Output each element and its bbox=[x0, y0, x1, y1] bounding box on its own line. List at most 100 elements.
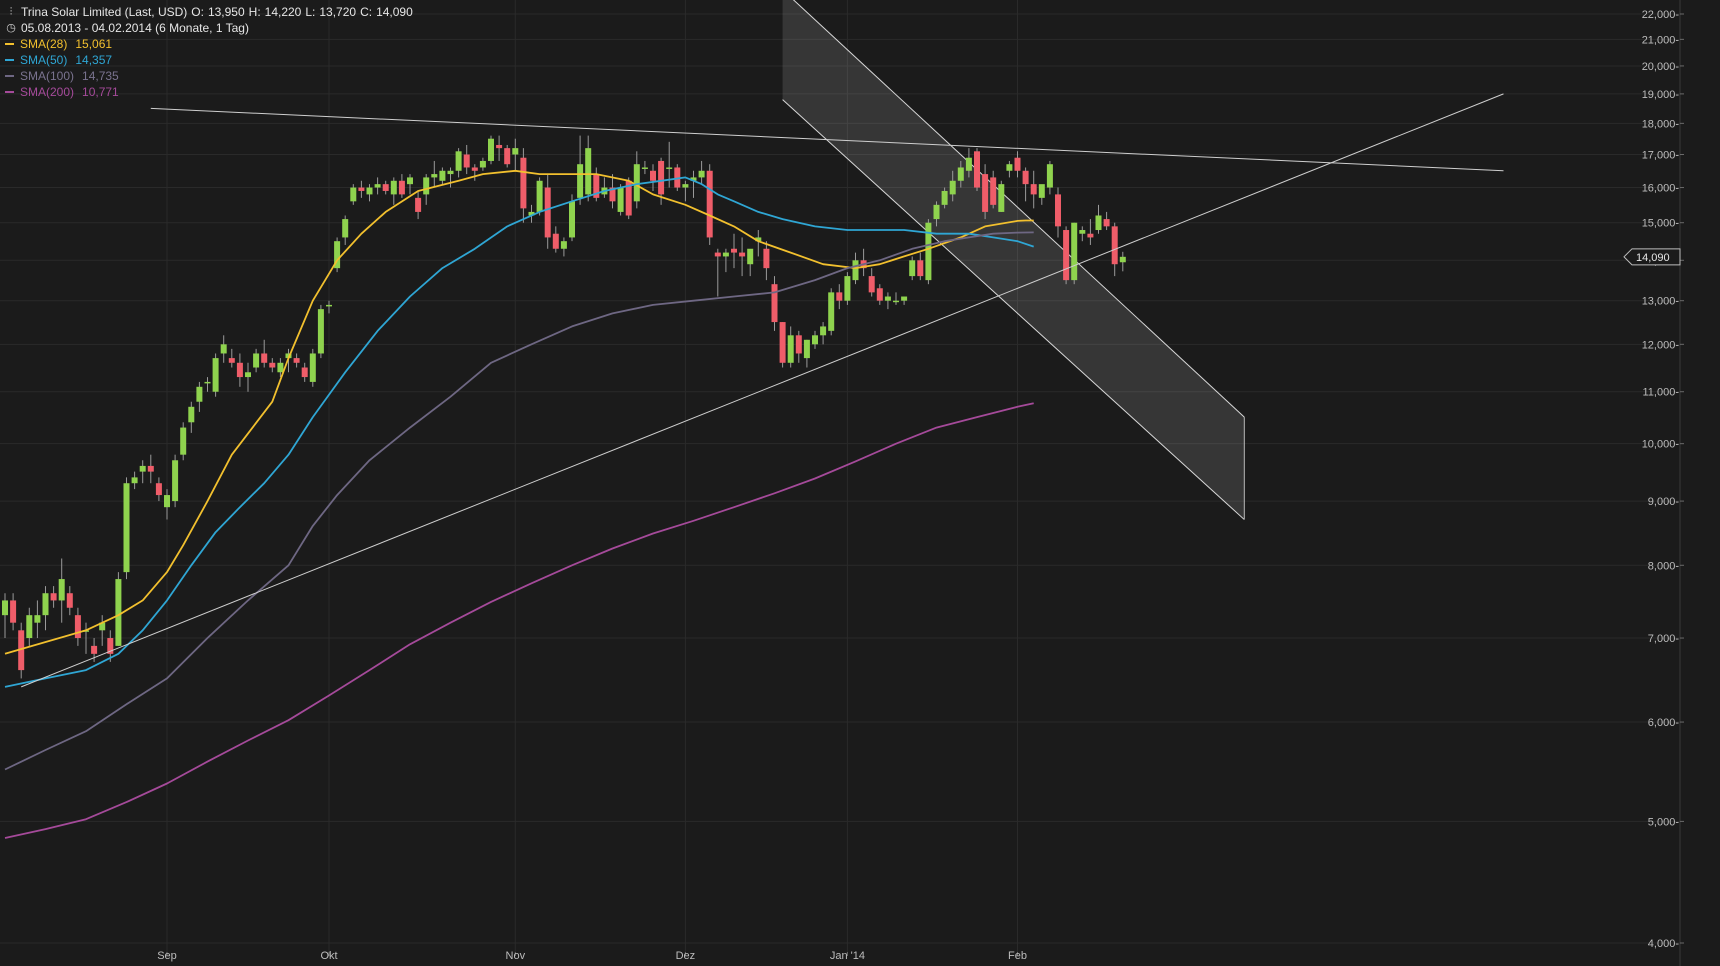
candle-body-up bbox=[180, 427, 187, 455]
y-tick-label: 5,000- bbox=[1648, 816, 1680, 828]
candle bbox=[317, 304, 324, 359]
channel-lower-line bbox=[782, 99, 1245, 520]
candle bbox=[269, 358, 276, 373]
candle-body-up bbox=[172, 460, 179, 502]
candle bbox=[747, 248, 754, 277]
candle-body-down bbox=[236, 362, 243, 378]
sma28-swatch bbox=[5, 43, 14, 45]
y-tick-label: 19,000- bbox=[1642, 89, 1680, 101]
sma28-line bbox=[4, 169, 1034, 655]
y-tick-label: 22,000- bbox=[1642, 9, 1680, 21]
candle-body-down bbox=[836, 292, 843, 301]
candle bbox=[812, 330, 818, 349]
candle bbox=[66, 586, 73, 616]
candle bbox=[58, 558, 65, 623]
candle-body-up bbox=[350, 187, 357, 202]
candle bbox=[601, 177, 608, 198]
candle-body-up bbox=[1079, 230, 1086, 234]
candle-body-down bbox=[650, 170, 656, 181]
candle-body-up bbox=[949, 180, 956, 195]
candle bbox=[34, 600, 41, 639]
close-label: C: bbox=[360, 5, 373, 19]
sma200-swatch bbox=[5, 91, 14, 93]
candle-body-up bbox=[317, 309, 324, 354]
y-tick-label: 17,000- bbox=[1642, 150, 1680, 162]
candle-body-up bbox=[852, 260, 859, 281]
candle bbox=[74, 607, 81, 646]
y-tick-label: 7,000- bbox=[1648, 633, 1680, 645]
candle bbox=[876, 284, 883, 305]
candle-body-down bbox=[1063, 230, 1070, 281]
x-tick-label: Sep bbox=[157, 950, 177, 962]
candle-body-up bbox=[439, 170, 446, 181]
candle-body-down bbox=[147, 465, 154, 472]
candle bbox=[496, 135, 503, 161]
sma50-value: 14,357 bbox=[75, 53, 113, 67]
candle-body-up bbox=[115, 579, 122, 646]
legend-sma28: SMA(28) 15,061 bbox=[5, 36, 413, 52]
candle bbox=[50, 586, 57, 608]
candle-body-up bbox=[803, 339, 810, 359]
candle bbox=[10, 593, 17, 631]
x-tick-label: Jan '14 bbox=[830, 950, 865, 962]
candle-body-up bbox=[196, 386, 203, 402]
sma50-name: SMA(50) bbox=[20, 53, 68, 67]
candle bbox=[536, 177, 543, 216]
candle bbox=[690, 170, 697, 198]
candle-body-down bbox=[1103, 219, 1110, 227]
candle-body-up bbox=[407, 177, 413, 185]
candle bbox=[26, 607, 33, 646]
candle-body-up bbox=[747, 248, 754, 265]
candle bbox=[301, 362, 308, 382]
candle bbox=[1055, 187, 1061, 238]
candle bbox=[42, 586, 49, 631]
candle-body-down bbox=[714, 252, 721, 257]
candle bbox=[771, 276, 778, 331]
candle-body-up bbox=[204, 381, 211, 384]
candle bbox=[131, 471, 138, 490]
candle-body-up bbox=[933, 204, 940, 220]
candle bbox=[593, 167, 600, 202]
candle bbox=[706, 164, 713, 245]
candle-body-up bbox=[423, 177, 430, 195]
candle-body-down bbox=[463, 154, 470, 168]
candle bbox=[147, 454, 154, 484]
candle-body-up bbox=[828, 292, 835, 331]
high-label: H: bbox=[248, 5, 261, 19]
candle-body-up bbox=[374, 184, 381, 188]
candle bbox=[447, 167, 454, 188]
x-axis: Sep Okt Nov Dez Jan '14 Feb bbox=[157, 950, 1027, 962]
candle-body-down bbox=[471, 167, 478, 171]
candle-body-down bbox=[382, 184, 389, 191]
candle-body-up bbox=[326, 304, 332, 307]
candle-body-down bbox=[66, 593, 73, 608]
candle-body-down bbox=[1111, 226, 1118, 265]
candle-body-down bbox=[763, 248, 770, 269]
candle bbox=[1079, 226, 1086, 242]
candle-body-up bbox=[431, 174, 438, 178]
candle-body-up bbox=[641, 167, 648, 169]
candle bbox=[326, 300, 332, 314]
sma100-value: 14,735 bbox=[82, 69, 119, 83]
candle-body-up bbox=[893, 300, 899, 303]
open-value: 13,950 bbox=[207, 5, 245, 19]
candle bbox=[609, 174, 616, 209]
candle bbox=[585, 135, 592, 202]
candle-body-down bbox=[293, 358, 300, 363]
candle-body-down bbox=[50, 593, 57, 601]
chart-legend: ⫶ Trina Solar Limited (Last, USD) O: 13,9… bbox=[5, 4, 413, 100]
candle bbox=[974, 148, 980, 191]
candle bbox=[803, 339, 810, 368]
candle bbox=[1071, 222, 1078, 285]
candle bbox=[204, 377, 211, 392]
candle bbox=[844, 272, 851, 305]
candle-body-down bbox=[771, 284, 778, 323]
candle-body-down bbox=[155, 483, 162, 496]
candle bbox=[714, 248, 721, 297]
candle bbox=[998, 180, 1005, 212]
candle bbox=[650, 164, 656, 191]
candle bbox=[1022, 167, 1029, 202]
candle bbox=[504, 144, 511, 168]
candle bbox=[115, 572, 122, 646]
candle bbox=[544, 174, 551, 249]
